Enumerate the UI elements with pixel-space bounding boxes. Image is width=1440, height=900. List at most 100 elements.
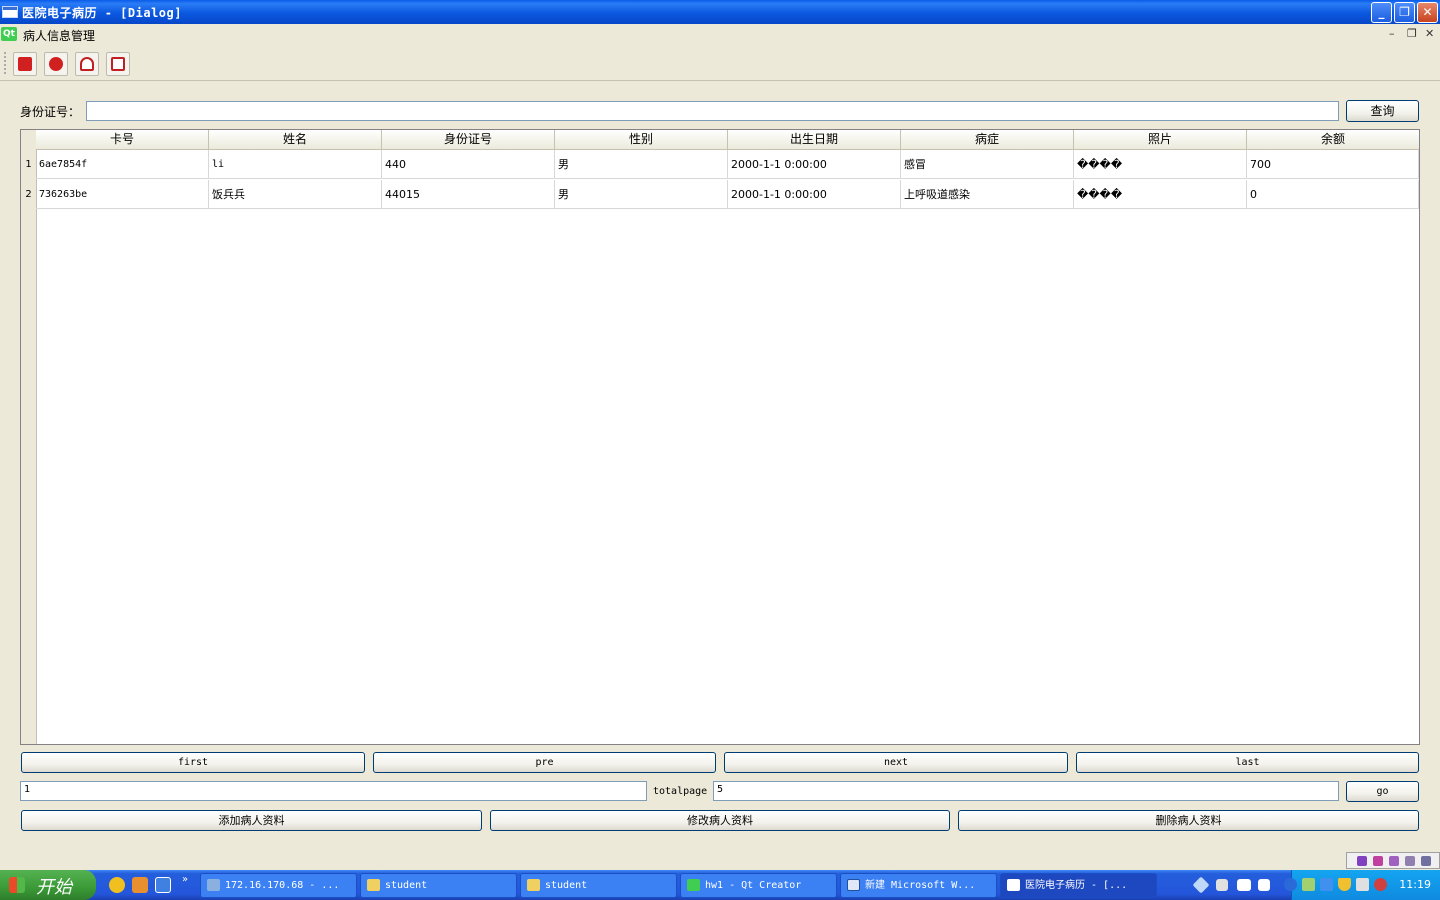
- taskbar-item-remote-desktop[interactable]: 172.16.170.68 - ...: [200, 873, 357, 898]
- clock[interactable]: 11:19: [1399, 878, 1431, 891]
- cell-card-no[interactable]: 736263be: [36, 180, 209, 209]
- antivirus-icon[interactable]: [1374, 878, 1387, 891]
- close-button[interactable]: ✕: [1417, 2, 1438, 23]
- network-connection-icon[interactable]: [1320, 878, 1333, 891]
- row-number[interactable]: 2: [21, 180, 36, 210]
- table-row[interactable]: 2 736263be 饭兵兵 44015 男 2000-1-1 0:00:00 …: [21, 180, 1419, 210]
- cell-birth-date[interactable]: 2000-1-1 0:00:00: [728, 180, 901, 209]
- cell-id-number[interactable]: 44015: [382, 180, 555, 209]
- first-page-button[interactable]: first: [21, 752, 365, 773]
- column-header-id-number[interactable]: 身份证号: [382, 130, 555, 150]
- cell-name[interactable]: 饭兵兵: [209, 180, 382, 209]
- last-page-button[interactable]: last: [1076, 752, 1419, 773]
- quick-launch-more-icon[interactable]: »: [182, 874, 188, 885]
- cell-balance[interactable]: 0: [1247, 180, 1419, 209]
- go-button[interactable]: go: [1346, 781, 1419, 802]
- taskbar-item-label: student: [385, 880, 428, 891]
- column-header-name[interactable]: 姓名: [209, 130, 382, 150]
- ime-icon[interactable]: [1357, 856, 1367, 866]
- toolbar: [0, 46, 1440, 81]
- volume-icon[interactable]: [1356, 878, 1369, 891]
- cell-illness[interactable]: 上呼吸道感染: [901, 180, 1074, 209]
- cell-card-no[interactable]: 6ae7854f: [36, 150, 209, 179]
- language-bar[interactable]: [1346, 852, 1440, 869]
- security-shield-icon[interactable]: [1338, 878, 1351, 891]
- taskbar-item-emr-dialog[interactable]: 医院电子病历 - [...: [1000, 873, 1157, 898]
- cell-name[interactable]: li: [209, 150, 382, 179]
- mdi-close-button[interactable]: ✕: [1425, 27, 1434, 40]
- row-number[interactable]: 1: [21, 150, 36, 180]
- help-icon[interactable]: [1258, 879, 1270, 891]
- column-header-gender[interactable]: 性别: [555, 130, 728, 150]
- previous-page-button[interactable]: pre: [373, 752, 716, 773]
- doctor-icon: [80, 57, 94, 71]
- tray-app-icon[interactable]: [1192, 876, 1210, 894]
- total-page-field[interactable]: 5: [713, 781, 1339, 801]
- mdi-minimize-button[interactable]: –: [1389, 27, 1395, 40]
- ime-brush-icon[interactable]: [1389, 856, 1399, 866]
- next-page-button[interactable]: next: [724, 752, 1068, 773]
- cell-photo[interactable]: ����: [1074, 180, 1247, 209]
- delete-patient-button[interactable]: 删除病人资料: [958, 810, 1419, 831]
- menu-icon[interactable]: [1421, 856, 1431, 866]
- plus-icon[interactable]: [109, 877, 125, 893]
- row-header-gutter: [21, 130, 37, 744]
- start-label: 开始: [36, 877, 72, 898]
- cell-gender[interactable]: 男: [555, 150, 728, 179]
- taskbar-item-student-folder[interactable]: student: [360, 873, 517, 898]
- windows-logo-icon: [9, 877, 25, 893]
- edit-patient-button[interactable]: 修改病人资料: [490, 810, 950, 831]
- taskbar-item-student-folder-2[interactable]: student: [520, 873, 677, 898]
- taskbar-item-label: 医院电子病历 - [...: [1025, 880, 1128, 891]
- toolbar-record-button[interactable]: [106, 52, 130, 76]
- tray-pen-icon[interactable]: [1216, 879, 1228, 891]
- cell-balance[interactable]: 700: [1247, 150, 1419, 179]
- add-patient-button[interactable]: 添加病人资料: [21, 810, 482, 831]
- search-button[interactable]: 查询: [1346, 100, 1419, 122]
- column-header-birth-date[interactable]: 出生日期: [728, 130, 901, 150]
- network-icon[interactable]: [1302, 878, 1315, 891]
- toolbar-grip[interactable]: [4, 52, 6, 74]
- taskbar-item-qt-creator[interactable]: hw1 - Qt Creator: [680, 873, 837, 898]
- id-number-search-input[interactable]: [86, 101, 1339, 121]
- toolbar-medicine-button[interactable]: [44, 52, 68, 76]
- system-tray: 11:19: [1284, 870, 1440, 900]
- keyboard-icon[interactable]: [1405, 856, 1415, 866]
- column-header-balance[interactable]: 余额: [1247, 130, 1419, 150]
- ime-mode-icon[interactable]: [1373, 856, 1383, 866]
- window-icon: [1007, 879, 1020, 891]
- tray-monitor-icon[interactable]: [1237, 879, 1251, 891]
- qt-logo-icon: Qt: [1, 27, 17, 41]
- window-icon: [2, 6, 18, 18]
- menu-patient-management[interactable]: 病人信息管理: [23, 27, 95, 44]
- column-header-card-no[interactable]: 卡号: [36, 130, 209, 150]
- minimize-button[interactable]: _: [1371, 2, 1392, 23]
- start-button[interactable]: 开始: [0, 870, 96, 900]
- taskbar-item-word[interactable]: 新建 Microsoft W...: [840, 873, 997, 898]
- cell-photo[interactable]: ����: [1074, 150, 1247, 179]
- qt-creator-icon: [687, 879, 700, 891]
- window-titlebar[interactable]: 医院电子病历 - [Dialog] _ ❐ ✕: [0, 0, 1440, 24]
- patient-table[interactable]: 卡号 姓名 身份证号 性别 出生日期 病症 照片 余额 1 6ae7854f l…: [20, 129, 1420, 745]
- table-row[interactable]: 1 6ae7854f li 440 男 2000-1-1 0:00:00 感冒 …: [21, 150, 1419, 180]
- restore-button[interactable]: ❐: [1394, 2, 1415, 23]
- clipboard-icon: [111, 57, 125, 71]
- column-header-illness[interactable]: 病症: [901, 130, 1074, 150]
- current-page-input[interactable]: 1: [20, 781, 647, 801]
- cell-gender[interactable]: 男: [555, 180, 728, 209]
- folder-icon: [367, 879, 380, 891]
- media-icon[interactable]: [132, 877, 148, 893]
- toolbar-doctor-button[interactable]: [75, 52, 99, 76]
- taskbar-item-label: 172.16.170.68 - ...: [225, 880, 340, 891]
- cell-birth-date[interactable]: 2000-1-1 0:00:00: [728, 150, 901, 179]
- taskbar-item-label: hw1 - Qt Creator: [705, 880, 802, 891]
- desktop-icon[interactable]: [155, 877, 171, 893]
- taskbar-item-label: student: [545, 880, 588, 891]
- cell-id-number[interactable]: 440: [382, 150, 555, 179]
- column-header-photo[interactable]: 照片: [1074, 130, 1247, 150]
- cell-illness[interactable]: 感冒: [901, 150, 1074, 179]
- tray-collapse-icon[interactable]: [1284, 878, 1297, 891]
- folder-icon: [527, 879, 540, 891]
- toolbar-camera-button[interactable]: [13, 52, 37, 76]
- mdi-restore-button[interactable]: ❐: [1407, 27, 1417, 40]
